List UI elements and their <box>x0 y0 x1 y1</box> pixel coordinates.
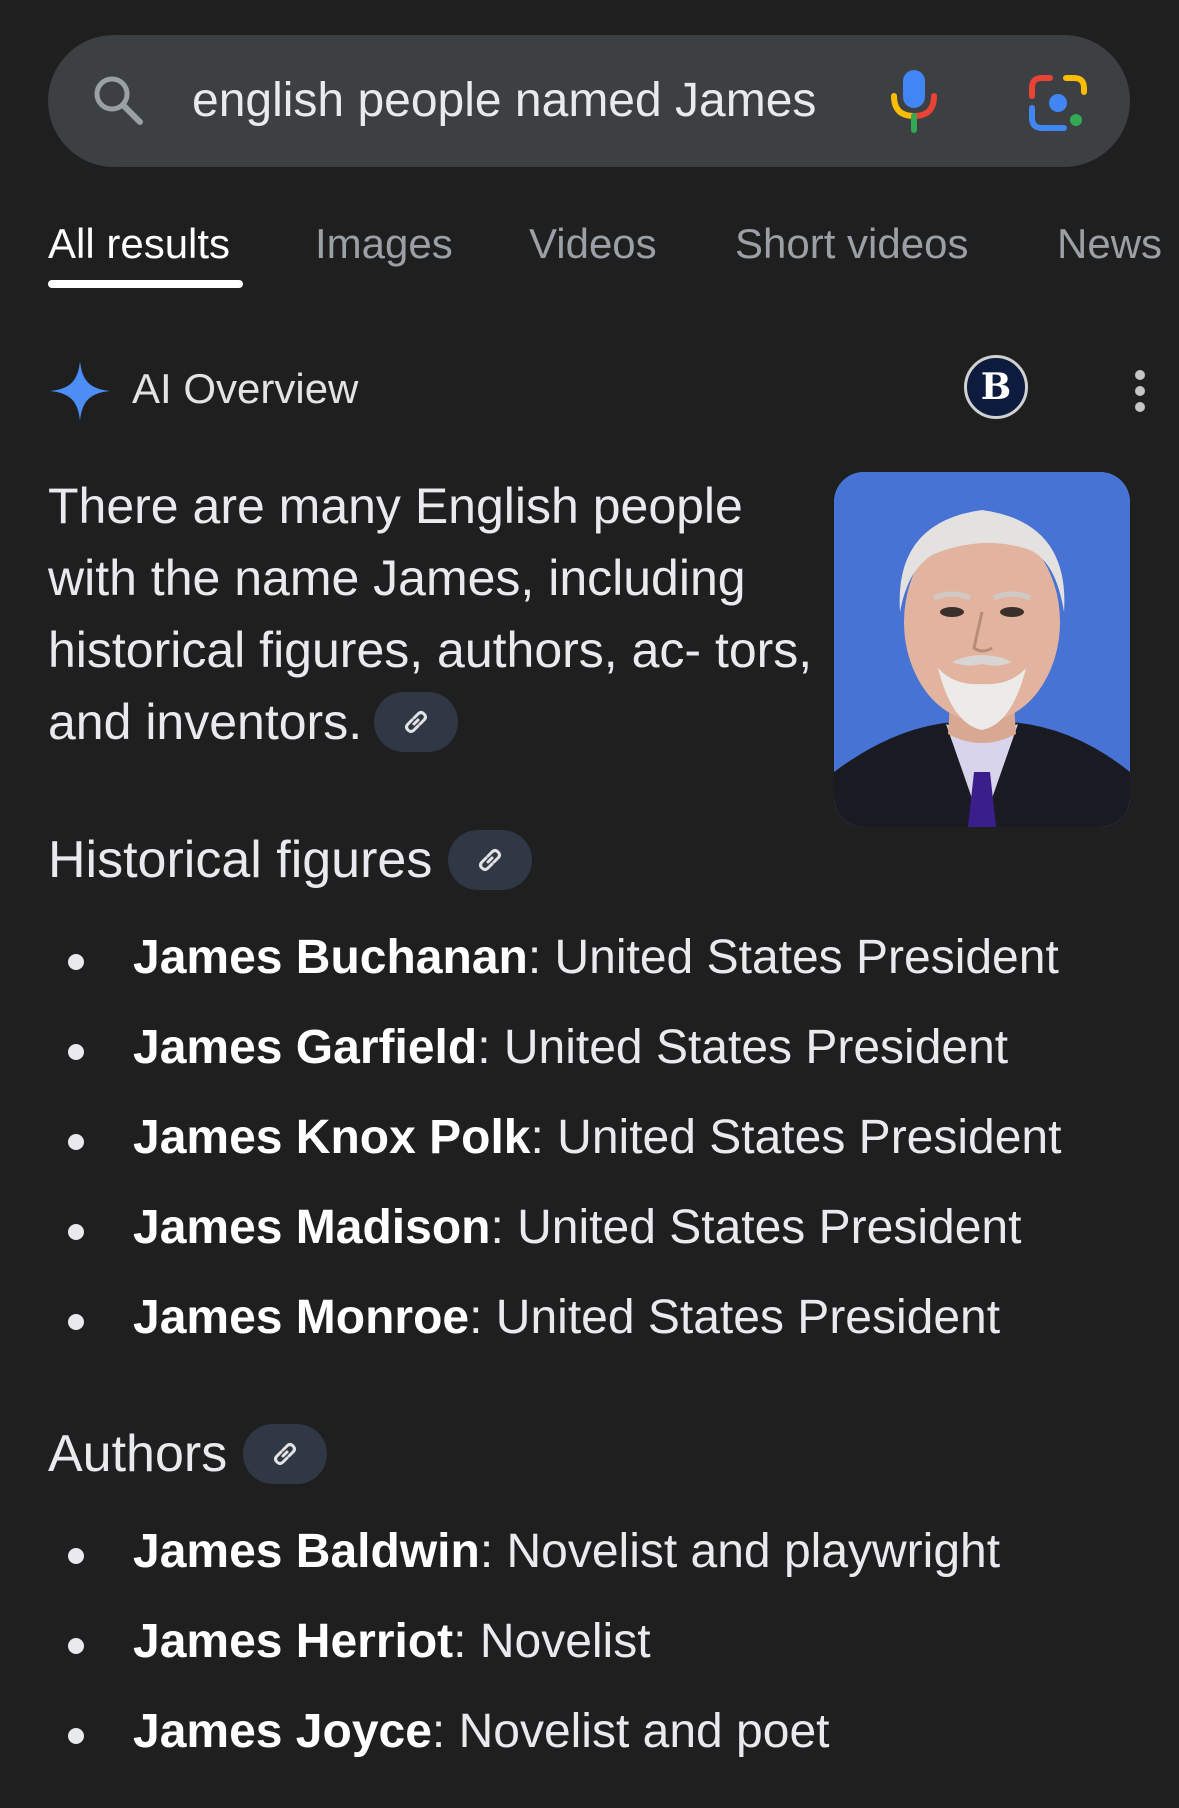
person-name: James Baldwin <box>133 1525 480 1578</box>
search-icon[interactable] <box>90 72 146 128</box>
google-lens-icon[interactable] <box>1028 74 1088 132</box>
tab-all-results[interactable]: All results <box>48 220 230 268</box>
link-icon <box>479 849 502 871</box>
person-name: James Buchanan <box>133 931 528 984</box>
list-item: James Garfield: United States President <box>0 1020 1179 1080</box>
ai-overview-intro: There are many English people with the n… <box>48 470 838 758</box>
section-title: Historical figures <box>48 831 433 889</box>
source-link-chip[interactable] <box>374 691 459 752</box>
tab-videos[interactable]: Videos <box>529 220 657 268</box>
link-icon <box>274 1443 297 1465</box>
list-item: James Joyce: Novelist and poet <box>0 1704 1179 1764</box>
search-input[interactable] <box>192 62 852 138</box>
bullet-dot <box>68 1548 84 1564</box>
person-description: : United States President <box>530 1111 1062 1164</box>
tab-short-videos[interactable]: Short videos <box>735 220 968 268</box>
person-name: James Herriot <box>133 1615 454 1668</box>
person-name: James Knox Polk <box>133 1111 531 1164</box>
person-description: : United States President <box>527 931 1059 984</box>
list-item: James Knox Polk: United States President <box>0 1110 1179 1170</box>
bullet-dot <box>68 1044 84 1060</box>
person-description: : United States President <box>490 1201 1022 1254</box>
ai-overview-title: AI Overview <box>132 365 359 412</box>
list-item: James Madison: United States President <box>0 1200 1179 1260</box>
bullet-dot <box>68 1224 84 1240</box>
person-photo[interactable] <box>834 472 1130 827</box>
person-name: James Monroe <box>133 1291 470 1344</box>
person-description: : United States President <box>469 1291 1001 1344</box>
bullet-dot <box>68 1638 84 1654</box>
person-description: : Novelist and poet <box>431 1705 830 1758</box>
list-item: James Baldwin: Novelist and playwright <box>0 1524 1179 1584</box>
search-tabs: All results Images Videos Short videos N… <box>0 200 1179 290</box>
person-name: James Joyce <box>133 1705 432 1758</box>
list-item: James Monroe: United States President <box>0 1290 1179 1350</box>
list-item: James Buchanan: United States President <box>0 930 1179 990</box>
section-link-chip[interactable] <box>448 830 533 890</box>
tab-images[interactable]: Images <box>315 220 453 268</box>
section-heading-authors: Authors <box>48 1424 328 1484</box>
list-item: James Herriot: Novelist <box>0 1614 1179 1674</box>
section-heading-historical-figures: Historical figures <box>48 830 533 890</box>
more-vert-icon[interactable] <box>1132 369 1148 413</box>
person-description: : Novelist <box>453 1615 651 1668</box>
active-tab-indicator <box>48 280 243 288</box>
profile-badge[interactable]: B <box>964 355 1028 419</box>
section-title: Authors <box>48 1425 228 1483</box>
ai-overview-header: AI Overview B <box>48 355 1145 425</box>
bullet-dot <box>68 1314 84 1330</box>
microphone-icon[interactable] <box>888 68 940 134</box>
person-name: James Madison <box>133 1201 491 1254</box>
section-link-chip[interactable] <box>243 1424 328 1484</box>
person-name: James Garfield <box>133 1021 478 1074</box>
link-icon <box>405 710 428 733</box>
bullet-dot <box>68 1134 84 1150</box>
sparkle-icon <box>50 361 110 421</box>
tab-news[interactable]: News <box>1057 220 1162 268</box>
person-description: : Novelist and playwright <box>479 1525 1001 1578</box>
person-description: : United States President <box>477 1021 1009 1074</box>
bullet-dot <box>68 954 84 970</box>
bullet-dot <box>68 1728 84 1744</box>
